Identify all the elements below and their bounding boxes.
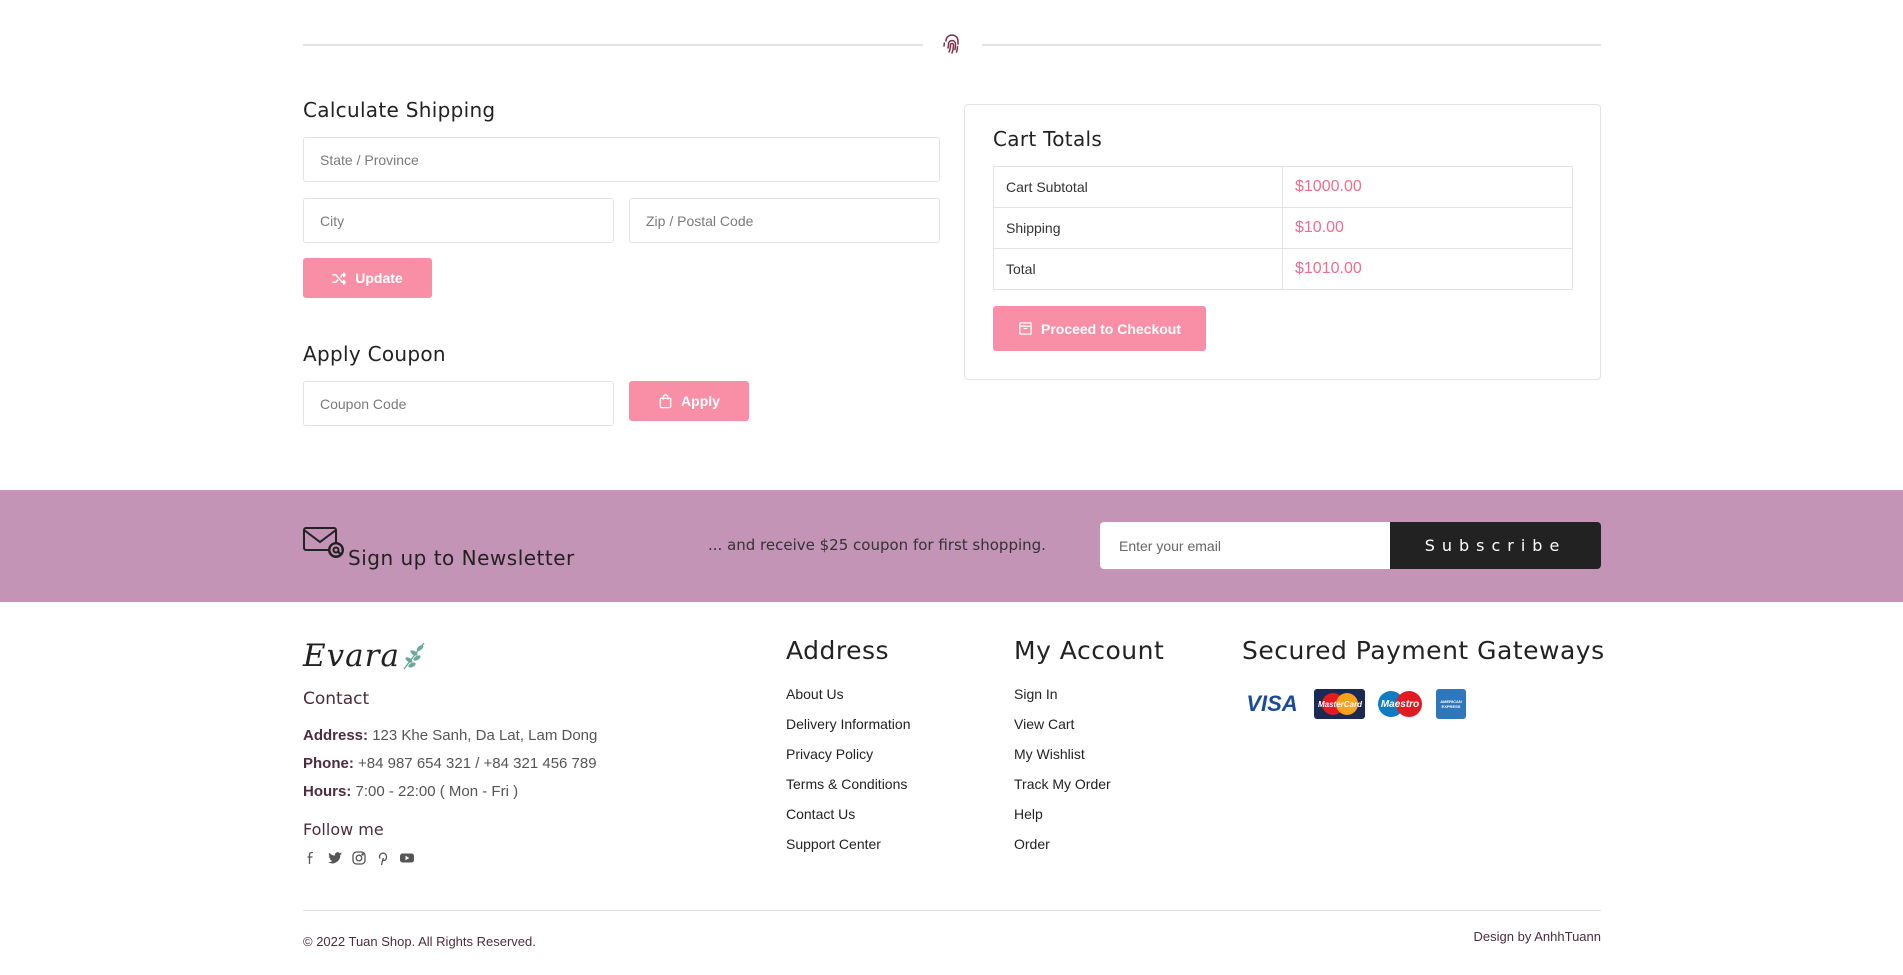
row-label: Total xyxy=(993,248,1283,290)
hours-label: Hours: xyxy=(303,783,352,800)
mail-at-icon xyxy=(303,527,344,558)
coupon-title: Apply Coupon xyxy=(303,342,446,366)
city-input[interactable] xyxy=(303,198,614,243)
row-value: $1010.00 xyxy=(1282,248,1573,290)
link-view-cart[interactable]: View Cart xyxy=(1014,709,1111,739)
instagram-icon[interactable] xyxy=(351,850,367,866)
shopping-bag-icon xyxy=(659,393,672,408)
newsletter-tagline: ... and receive $25 coupon for first sho… xyxy=(708,536,1046,554)
subscribe-button[interactable]: Subscribe xyxy=(1390,522,1601,569)
table-row: Cart Subtotal $1000.00 xyxy=(993,166,1573,208)
contact-hours: Hours: 7:00 - 22:00 ( Mon - Fri ) xyxy=(303,783,518,800)
link-about-us[interactable]: About Us xyxy=(786,679,911,709)
mastercard-circles: MasterCard xyxy=(1317,693,1363,715)
shipping-title: Calculate Shipping xyxy=(303,98,496,122)
follow-title: Follow me xyxy=(303,820,384,839)
state-input[interactable] xyxy=(303,137,940,182)
update-button[interactable]: Update xyxy=(303,258,432,298)
maestro-label: Maestro xyxy=(1381,699,1419,710)
row-value: $1000.00 xyxy=(1282,166,1573,208)
apply-label: Apply xyxy=(681,393,720,409)
brand-logo[interactable]: Evara xyxy=(303,636,428,676)
checkout-label: Proceed to Checkout xyxy=(1040,320,1182,337)
cart-totals-title: Cart Totals xyxy=(993,127,1103,151)
address-label: Address: xyxy=(303,727,369,744)
visa-label: VISA xyxy=(1246,691,1298,716)
contact-title: Contact xyxy=(303,689,370,709)
mastercard-icon: MasterCard xyxy=(1314,689,1365,719)
box-icon xyxy=(1019,322,1032,335)
phone-value: +84 987 654 321 / +84 321 456 789 xyxy=(358,755,597,772)
link-terms-conditions[interactable]: Terms & Conditions xyxy=(786,769,911,799)
link-privacy-policy[interactable]: Privacy Policy xyxy=(786,739,911,769)
coupon-input[interactable] xyxy=(303,381,614,426)
logo-text: Evara xyxy=(303,638,400,674)
cart-totals-table: Cart Subtotal $1000.00 Shipping $10.00 T… xyxy=(993,166,1573,290)
pinterest-icon[interactable] xyxy=(375,850,391,866)
newsletter-title: Sign up to Newsletter xyxy=(348,546,575,570)
amex-label: AMERICAN EXPRESS xyxy=(1440,699,1462,709)
cart-totals-panel: Cart Totals Cart Subtotal $1000.00 Shipp… xyxy=(964,104,1601,380)
zip-input[interactable] xyxy=(629,198,940,243)
copyright-text: © 2022 Tuan Shop. All Rights Reserved. xyxy=(303,934,536,949)
link-contact-us[interactable]: Contact Us xyxy=(786,799,911,829)
row-label: Shipping xyxy=(993,207,1283,249)
newsletter-email-input[interactable] xyxy=(1100,522,1391,569)
account-links: Sign In View Cart My Wishlist Track My O… xyxy=(1014,679,1111,859)
social-links xyxy=(303,850,415,866)
row-label: Cart Subtotal xyxy=(993,166,1283,208)
designer-credit: Design by AnhhTuann xyxy=(1473,929,1601,944)
update-label: Update xyxy=(355,270,403,286)
payment-column-title: Secured Payment Gateways xyxy=(1242,636,1605,665)
apply-coupon-button[interactable]: Apply xyxy=(629,381,749,421)
address-links: About Us Delivery Information Privacy Po… xyxy=(786,679,911,859)
link-support-center[interactable]: Support Center xyxy=(786,829,911,859)
account-column-title: My Account xyxy=(1014,636,1165,665)
amex-card-icon: AMERICAN EXPRESS xyxy=(1436,689,1466,719)
link-track-order[interactable]: Track My Order xyxy=(1014,769,1111,799)
address-column-title: Address xyxy=(786,636,890,665)
maestro-circles: Maestro xyxy=(1378,691,1422,717)
link-my-wishlist[interactable]: My Wishlist xyxy=(1014,739,1111,769)
footer-divider xyxy=(303,910,1601,911)
facebook-icon[interactable] xyxy=(303,850,319,866)
youtube-icon[interactable] xyxy=(399,850,415,866)
link-order[interactable]: Order xyxy=(1014,829,1111,859)
contact-phone: Phone: +84 987 654 321 / +84 321 456 789 xyxy=(303,755,597,772)
leaf-icon xyxy=(403,642,425,670)
mastercard-label: MasterCard xyxy=(1317,700,1362,709)
link-sign-in[interactable]: Sign In xyxy=(1014,679,1111,709)
phone-label: Phone: xyxy=(303,755,354,772)
divider-left xyxy=(303,44,923,46)
visa-card-icon: VISA xyxy=(1242,689,1302,719)
checkout-button[interactable]: Proceed to Checkout xyxy=(993,306,1206,351)
table-row: Shipping $10.00 xyxy=(993,207,1573,249)
address-value: 123 Khe Sanh, Da Lat, Lam Dong xyxy=(372,727,598,744)
table-row: Total $1010.00 xyxy=(993,248,1573,290)
newsletter-bar: Sign up to Newsletter ... and receive $2… xyxy=(0,490,1903,602)
maestro-card-icon: Maestro xyxy=(1374,689,1426,719)
contact-address: Address: 123 Khe Sanh, Da Lat, Lam Dong xyxy=(303,727,597,744)
shuffle-icon xyxy=(332,271,347,285)
hours-value: 7:00 - 22:00 ( Mon - Fri ) xyxy=(355,783,519,800)
link-help[interactable]: Help xyxy=(1014,799,1111,829)
fingerprint-icon xyxy=(943,34,959,54)
twitter-icon[interactable] xyxy=(327,850,343,866)
row-value: $10.00 xyxy=(1282,207,1573,249)
divider-right xyxy=(982,44,1601,46)
link-delivery-information[interactable]: Delivery Information xyxy=(786,709,911,739)
